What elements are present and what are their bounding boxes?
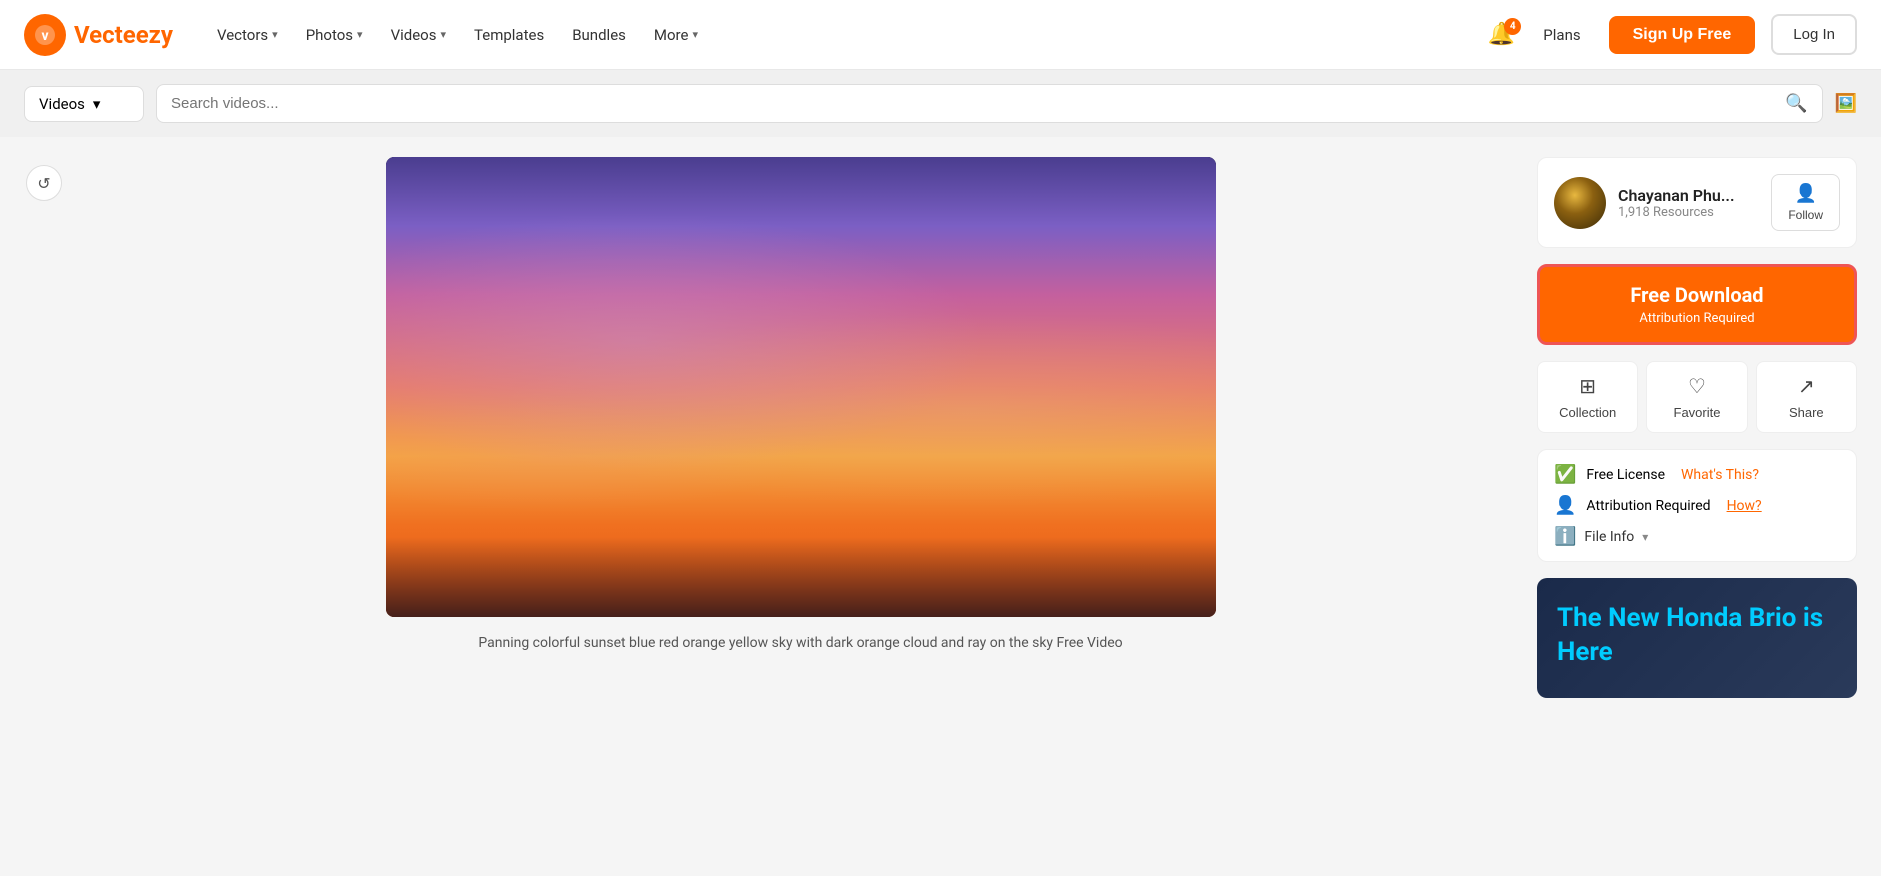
action-buttons: ⊞ Collection ♡ Favorite ↗ Share [1537,361,1857,433]
login-button[interactable]: Log In [1771,14,1857,55]
favorite-label: Favorite [1674,405,1721,420]
center-content: Panning colorful sunset blue red orange … [84,157,1517,698]
nav-vectors-chevron: ▾ [272,28,278,41]
logo-text: Vecteezy [74,21,173,49]
nav-item-photos[interactable]: Photos ▾ [294,18,375,52]
collection-button[interactable]: ⊞ Collection [1537,361,1638,433]
logo-icon: v [24,14,66,56]
left-sidebar: ↺ [24,157,64,698]
nav-more-chevron: ▾ [692,28,698,41]
nav-item-more[interactable]: More ▾ [642,18,710,52]
file-info-label: File Info [1584,529,1634,545]
nav-item-bundles[interactable]: Bundles [560,18,638,52]
attribution-icon: 👤 [1554,495,1576,516]
file-info-chevron: ▾ [1642,530,1648,544]
nav-vectors-label: Vectors [217,26,268,44]
favorite-button[interactable]: ♡ Favorite [1646,361,1747,433]
back-button[interactable]: ↺ [26,165,62,201]
search-type-select[interactable]: Videos ▾ [24,86,144,122]
header: v Vecteezy Vectors ▾ Photos ▾ Videos ▾ T… [0,0,1881,70]
nav-videos-chevron: ▾ [440,28,446,41]
info-icon: ℹ️ [1554,526,1576,547]
search-type-chevron: ▾ [93,95,101,113]
logo-link[interactable]: v Vecteezy [24,14,173,56]
follow-label: Follow [1788,208,1823,222]
nav-item-vectors[interactable]: Vectors ▾ [205,18,290,52]
search-bar: Videos ▾ 🔍 🖼️ [0,70,1881,137]
author-avatar [1554,177,1606,229]
collection-label: Collection [1559,405,1616,420]
header-right: 🔔 4 Plans Sign Up Free Log In [1488,14,1857,55]
nav-photos-label: Photos [306,26,353,44]
author-info: Chayanan Phu... 1,918 Resources [1618,186,1759,220]
right-sidebar: Chayanan Phu... 1,918 Resources 👤 Follow… [1537,157,1857,698]
ad-card: The New Honda Brio is Here [1537,578,1857,698]
nav-photos-chevron: ▾ [357,28,363,41]
whats-this-link[interactable]: What's This? [1681,467,1759,483]
download-sub-label: Attribution Required [1556,311,1838,326]
video-caption: Panning colorful sunset blue red orange … [394,633,1208,654]
heart-icon: ♡ [1688,374,1706,399]
share-button[interactable]: ↗ Share [1756,361,1857,433]
nav-item-videos[interactable]: Videos ▾ [379,18,458,52]
notification-button[interactable]: 🔔 4 [1488,22,1515,47]
nav-videos-label: Videos [391,26,437,44]
share-icon: ↗ [1798,374,1815,399]
file-info-row[interactable]: ℹ️ File Info ▾ [1554,526,1840,547]
search-icon: 🔍 [1785,93,1807,114]
share-label: Share [1789,405,1824,420]
caption-area: Panning colorful sunset blue red orange … [386,617,1216,654]
image-search-icon[interactable]: 🖼️ [1835,93,1857,114]
notification-badge: 4 [1504,18,1521,35]
download-main-label: Free Download [1556,283,1838,307]
license-info: ✅ Free License What's This? 👤 Attributio… [1537,449,1857,562]
attribution-row: 👤 Attribution Required How? [1554,495,1840,516]
collection-icon: ⊞ [1579,374,1596,399]
search-type-label: Videos [39,95,85,113]
free-license-label: Free License [1586,467,1665,483]
how-link[interactable]: How? [1727,498,1762,514]
author-resources: 1,918 Resources [1618,205,1759,220]
check-circle-icon: ✅ [1554,464,1576,485]
free-license-row: ✅ Free License What's This? [1554,464,1840,485]
main-nav: Vectors ▾ Photos ▾ Videos ▾ Templates Bu… [205,18,1488,52]
search-input[interactable] [171,95,1775,112]
nav-item-templates[interactable]: Templates [462,18,556,52]
svg-text:v: v [41,28,48,44]
search-input-wrap: 🔍 [156,84,1823,123]
dark-bottom-overlay [386,537,1216,617]
author-card: Chayanan Phu... 1,918 Resources 👤 Follow [1537,157,1857,248]
nav-templates-label: Templates [474,26,544,44]
main-content: ↺ Panning colorful sunset blue red orang… [0,137,1881,718]
follow-button[interactable]: 👤 Follow [1771,174,1840,231]
ad-title: The New Honda Brio is Here [1557,602,1837,670]
download-button[interactable]: Free Download Attribution Required [1537,264,1857,345]
plans-button[interactable]: Plans [1531,18,1592,52]
nav-bundles-label: Bundles [572,26,626,44]
video-thumbnail [386,157,1216,617]
follow-person-icon: 👤 [1794,183,1816,204]
signup-button[interactable]: Sign Up Free [1609,16,1756,54]
video-container [386,157,1216,617]
attribution-label: Attribution Required [1586,498,1710,514]
author-name: Chayanan Phu... [1618,186,1759,205]
nav-more-label: More [654,26,689,44]
